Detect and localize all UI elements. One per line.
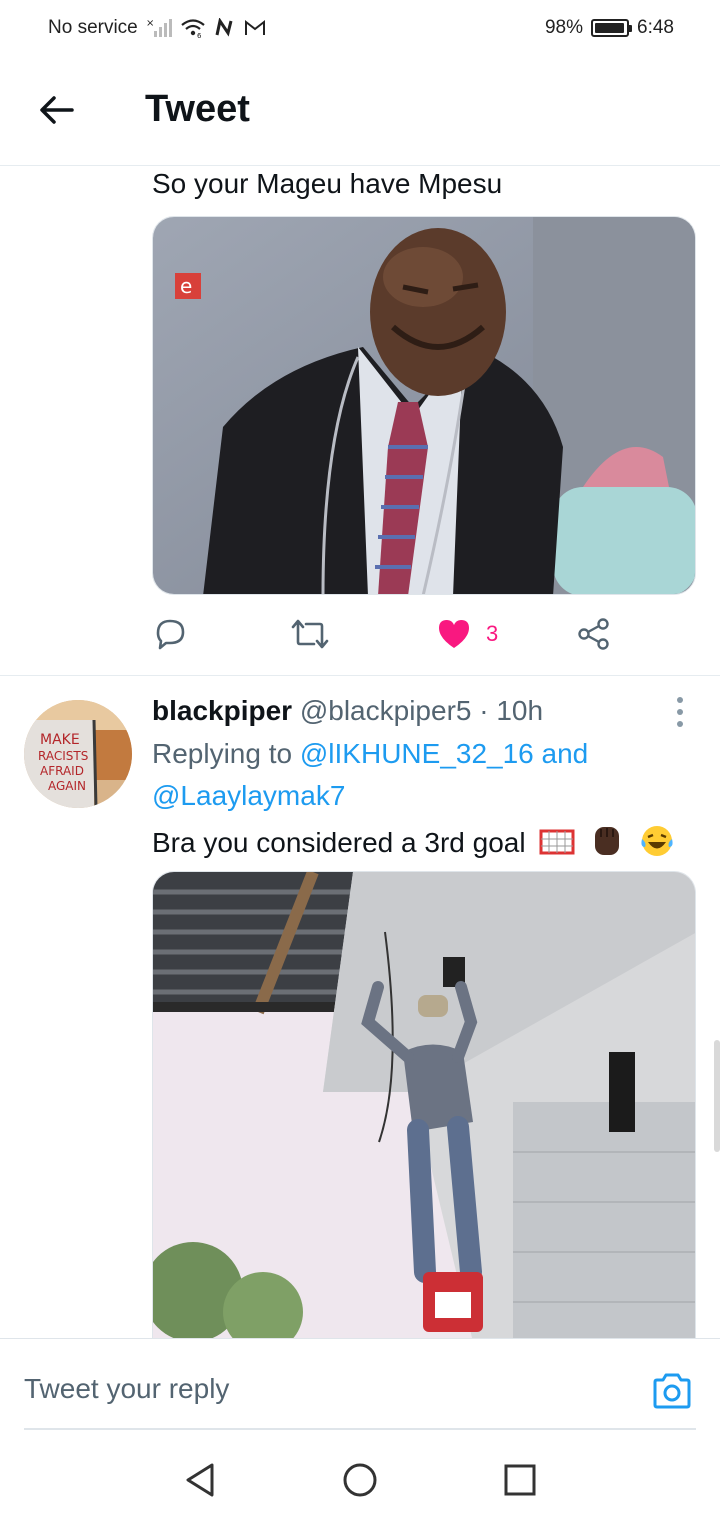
raised-fist-emoji xyxy=(589,823,625,866)
nav-recents-icon xyxy=(504,1464,536,1496)
more-options-button[interactable] xyxy=(666,694,694,730)
author-handle-time: @blackpiper5 · 10h xyxy=(299,695,544,726)
share-button[interactable] xyxy=(576,612,612,656)
scrollbar-thumb[interactable] xyxy=(714,1040,720,1152)
tweet-media-image[interactable] xyxy=(152,871,696,1341)
reply-icon xyxy=(156,619,185,650)
author-display-name[interactable]: blackpiper xyxy=(152,695,292,726)
more-dot xyxy=(677,709,683,715)
svg-text:AFRAID: AFRAID xyxy=(40,764,84,778)
camera-icon xyxy=(653,1373,691,1409)
battery-percent: 98% xyxy=(544,17,584,38)
tweet-media-image[interactable]: e xyxy=(152,216,696,595)
avatar-image: MAKE RACISTS AFRAID AGAIN xyxy=(24,700,132,808)
reply-composer: Tweet your reply xyxy=(0,1338,720,1430)
nav-home-icon xyxy=(343,1463,377,1497)
retweet-button[interactable] xyxy=(290,612,330,656)
back-button[interactable] xyxy=(36,90,76,130)
heart-icon xyxy=(439,620,469,648)
replying-to-label: Replying to xyxy=(152,738,300,769)
tweet-author[interactable]: blackpiper @blackpiper5 · 10h xyxy=(152,695,543,727)
carrier-label: No service xyxy=(48,17,138,38)
reply-button[interactable] xyxy=(152,612,188,656)
replying-to: Replying to @lIKHUNE_32_16 and xyxy=(152,738,588,770)
share-icon xyxy=(578,618,609,650)
svg-text:×: × xyxy=(146,18,154,29)
camera-button[interactable] xyxy=(650,1369,694,1413)
tweet-divider xyxy=(0,675,720,676)
more-dot xyxy=(677,721,683,727)
mention-link[interactable]: @Laaylaymak7 xyxy=(152,780,345,811)
like-button[interactable]: 3 xyxy=(436,612,498,656)
goal-net-emoji xyxy=(539,827,575,862)
man-on-ladder-photo xyxy=(153,872,695,1341)
tweet-text: So your Mageu have Mpesu xyxy=(152,168,503,199)
svg-text:RACISTS: RACISTS xyxy=(38,749,88,763)
app-header: Tweet xyxy=(0,56,720,166)
more-dot xyxy=(677,697,683,703)
status-bar: No service × 6 98% 6:48 xyxy=(0,0,720,56)
clock: 6:48 xyxy=(637,17,674,38)
nav-recents-button[interactable] xyxy=(500,1460,540,1500)
composer-underline xyxy=(24,1428,696,1430)
wifi-icon: 6 xyxy=(180,18,206,38)
mention-link[interactable]: @lIKHUNE_32_16 xyxy=(300,738,534,769)
like-count: 3 xyxy=(486,621,499,646)
nav-back-button[interactable] xyxy=(180,1460,220,1500)
battery-fill xyxy=(595,23,625,33)
tweet-text: Bra you considered a 3rd goal xyxy=(152,823,675,866)
svg-text:e: e xyxy=(180,274,192,298)
tweet-actions: 3 xyxy=(152,612,632,656)
page-title: Tweet xyxy=(145,88,250,130)
reply-input[interactable]: Tweet your reply xyxy=(24,1373,229,1405)
nav-back-icon xyxy=(186,1463,214,1497)
svg-text:MAKE: MAKE xyxy=(40,732,80,748)
avatar[interactable]: MAKE RACISTS AFRAID AGAIN xyxy=(24,700,132,808)
retweet-icon xyxy=(291,619,329,649)
nav-home-button[interactable] xyxy=(340,1460,380,1500)
status-left: No service × 6 xyxy=(48,17,266,39)
status-right: 98% 6:48 xyxy=(545,17,674,39)
svg-text:AGAIN: AGAIN xyxy=(48,779,86,793)
and-conjunction: and xyxy=(533,738,589,769)
gmail-icon xyxy=(244,19,266,37)
replying-to-second: @Laaylaymak7 xyxy=(152,780,345,812)
tweet-body: Bra you considered a 3rd goal xyxy=(152,826,526,858)
nav-bar xyxy=(0,1432,720,1520)
battery-icon xyxy=(591,19,633,37)
laughing-tears-emoji xyxy=(639,823,675,866)
man-in-suit-photo: e xyxy=(153,217,695,594)
svg-text:6: 6 xyxy=(197,32,202,38)
signal-icon: × xyxy=(146,17,172,39)
back-arrow-icon xyxy=(40,96,74,124)
nfc-icon xyxy=(214,18,236,38)
